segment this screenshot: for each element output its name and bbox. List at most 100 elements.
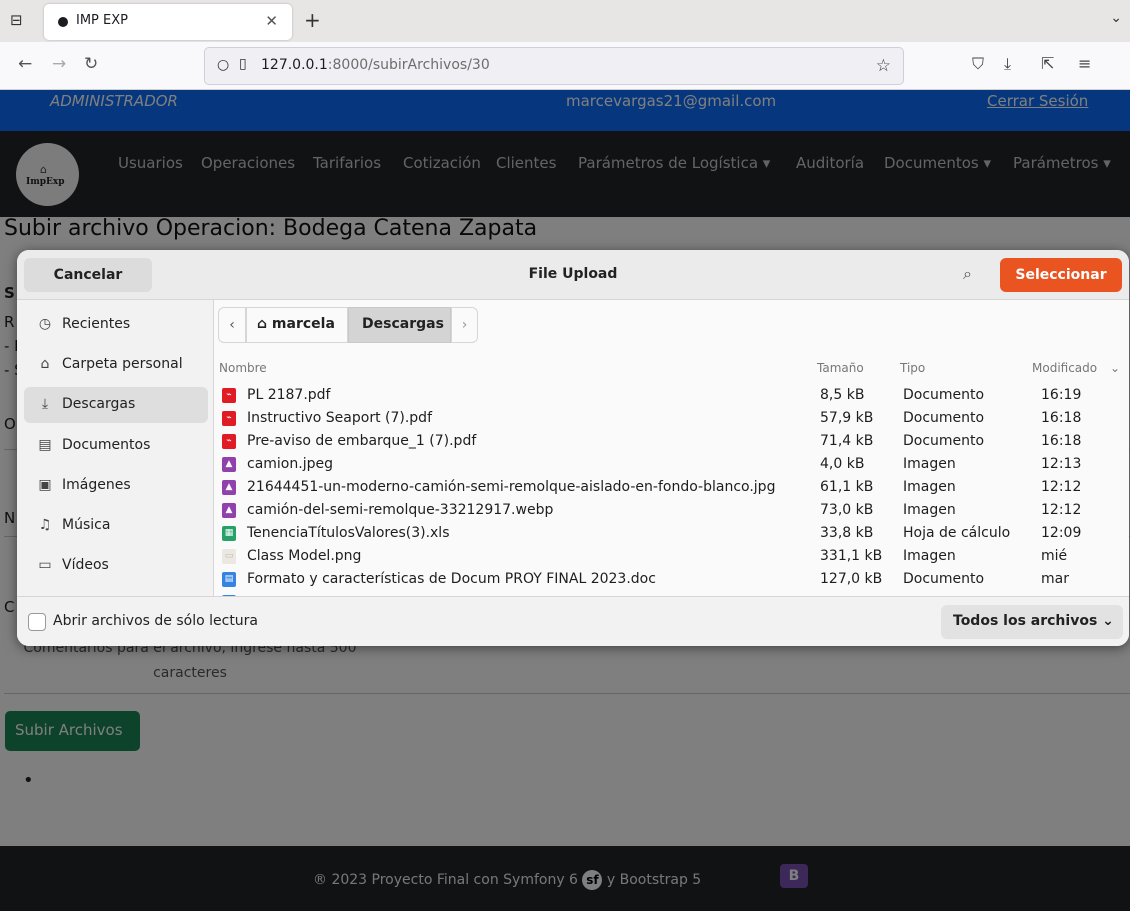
tab-close-icon[interactable]: ✕ xyxy=(265,12,278,30)
file-name: Class Model.png xyxy=(247,548,362,564)
file-modified: 16:18 xyxy=(1041,433,1082,449)
url-text[interactable]: 127.0.0.1:8000/subirArchivos/30 xyxy=(261,57,490,73)
file-name: Formato y características de Docum PROY … xyxy=(247,571,656,587)
pdf-icon: ⌁ xyxy=(222,434,236,449)
home-icon: ⌂ xyxy=(257,316,268,332)
file-name: Pre-aviso de embarque_1 (7).pdf xyxy=(247,433,477,449)
readonly-label[interactable]: Abrir archivos de sólo lectura xyxy=(53,613,258,629)
sidebar-item-label: Descargas xyxy=(62,396,136,412)
column-header-type[interactable]: Tipo xyxy=(900,361,925,375)
extensions-icon[interactable]: ⇱ xyxy=(1041,54,1054,73)
column-header-modified[interactable]: Modificado xyxy=(1032,361,1097,375)
url-path: :8000/subirArchivos/30 xyxy=(327,57,490,73)
file-name: TenenciaTítulosValores(3).xls xyxy=(247,525,450,541)
file-size: 331,1 kB xyxy=(820,548,883,564)
file-row[interactable]: ⌁ PL 2187.pdf 8,5 kB Documento 16:19 xyxy=(215,385,1129,408)
search-icon[interactable]: ⌕ xyxy=(963,264,972,284)
dialog-header: Cancelar File Upload ⌕ Seleccionar xyxy=(17,250,1129,300)
music-icon: ♫ xyxy=(38,517,52,533)
file-filter-dropdown[interactable]: Todos los archivos ⌄ xyxy=(941,605,1123,639)
file-type: Imagen xyxy=(903,479,956,495)
sidebar-item-videos[interactable]: ▭ Vídeos xyxy=(24,548,208,584)
file-size: 57,9 kB xyxy=(820,410,874,426)
sidebar-item-carpeta-personal[interactable]: ⌂ Carpeta personal xyxy=(24,347,208,383)
file-name: camión-del-semi-remolque-33212917.webp xyxy=(247,502,554,518)
tab-list-icon[interactable]: ⊟ xyxy=(10,11,30,31)
file-size: 127,0 kB xyxy=(820,571,883,587)
sidebar-item-descargas[interactable]: ⤓ Descargas xyxy=(24,387,208,423)
file-type: Imagen xyxy=(903,548,956,564)
file-row[interactable]: ▤ Formato y características de Docum PRO… xyxy=(215,569,1129,592)
file-type: Documento xyxy=(903,571,985,587)
file-name: camion.jpeg xyxy=(247,456,333,472)
clock-icon: ◷ xyxy=(38,316,52,332)
tab-favicon-icon xyxy=(58,17,68,27)
pdf-icon: ⌁ xyxy=(222,411,236,426)
sidebar-item-label: Imágenes xyxy=(62,477,131,493)
file-row[interactable]: ▲ 21644451-un-moderno-camión-semi-remolq… xyxy=(215,477,1129,500)
back-icon[interactable]: ← xyxy=(18,54,32,74)
file-modified: 16:19 xyxy=(1041,387,1082,403)
image-file-icon: ▲ xyxy=(222,457,236,472)
file-modified: 12:09 xyxy=(1041,525,1082,541)
shield-icon[interactable]: ○ xyxy=(217,57,229,73)
file-size: 33,8 kB xyxy=(820,525,874,541)
path-button-home[interactable]: ⌂ marcela xyxy=(246,307,348,343)
file-row[interactable]: ⌁ Pre-aviso de embarque_1 (7).pdf 71,4 k… xyxy=(215,431,1129,454)
column-header-name[interactable]: Nombre xyxy=(219,361,267,375)
browser-tab[interactable]: IMP EXP ✕ xyxy=(44,4,292,40)
sidebar-item-label: Carpeta personal xyxy=(62,356,183,372)
reload-icon[interactable]: ↻ xyxy=(84,54,98,74)
file-row[interactable]: ▲ camion.jpeg 4,0 kB Imagen 12:13 xyxy=(215,454,1129,477)
spreadsheet-icon: ▦ xyxy=(222,526,236,541)
chevron-down-icon[interactable]: ⌄ xyxy=(1110,10,1122,26)
file-row[interactable]: ⌁ Instructivo Seaport (7).pdf 57,9 kB Do… xyxy=(215,408,1129,431)
browser-nav-bar: ← → ↻ ○ ▯ 127.0.0.1:8000/subirArchivos/3… xyxy=(0,42,1130,90)
url-host: 127.0.0.1 xyxy=(261,57,328,73)
select-button[interactable]: Seleccionar xyxy=(1000,258,1122,292)
sidebar-item-recientes[interactable]: ◷ Recientes xyxy=(24,307,208,343)
pocket-icon[interactable]: ⛉ xyxy=(972,54,984,74)
file-row[interactable]: ▲ camión-del-semi-remolque-33212917.webp… xyxy=(215,500,1129,523)
file-row[interactable]: ▦ TenenciaTítulosValores(3).xls 33,8 kB … xyxy=(215,523,1129,546)
file-name: Instructivo Seaport (7).pdf xyxy=(247,410,433,426)
sidebar-item-imagenes[interactable]: ▣ Imágenes xyxy=(24,468,208,504)
dialog-footer: Abrir archivos de sólo lectura Todos los… xyxy=(17,596,1129,646)
file-type: Imagen xyxy=(903,502,956,518)
document-icon: ▤ xyxy=(38,437,52,453)
file-modified: 12:12 xyxy=(1041,502,1082,518)
column-header-size[interactable]: Tamaño xyxy=(817,361,864,375)
tab-title: IMP EXP xyxy=(76,13,128,28)
page-icon[interactable]: ▯ xyxy=(239,56,247,72)
file-row[interactable]: ▭ Class Model.png 331,1 kB Imagen mié xyxy=(215,546,1129,569)
image-file-icon: ▲ xyxy=(222,503,236,518)
file-type: Documento xyxy=(903,410,985,426)
menu-icon[interactable]: ≡ xyxy=(1078,54,1091,73)
sort-chevron-down-icon[interactable]: ⌄ xyxy=(1110,361,1120,375)
image-icon: ▣ xyxy=(38,477,52,493)
path-button-current[interactable]: Descargas xyxy=(348,307,451,343)
sidebar-item-musica[interactable]: ♫ Música xyxy=(24,508,208,544)
file-size: 4,0 kB xyxy=(820,456,865,472)
sidebar-item-label: Vídeos xyxy=(62,557,109,573)
filter-label: Todos los archivos xyxy=(953,613,1098,629)
url-bar[interactable]: ○ ▯ 127.0.0.1:8000/subirArchivos/30 ☆ xyxy=(204,47,904,85)
readonly-checkbox[interactable] xyxy=(28,613,46,631)
sidebar-item-documentos[interactable]: ▤ Documentos xyxy=(24,428,208,464)
video-icon: ▭ xyxy=(38,557,52,573)
places-sidebar: ◷ Recientes ⌂ Carpeta personal ⤓ Descarg… xyxy=(17,300,214,596)
download-icon[interactable]: ⤓ xyxy=(1004,54,1011,74)
path-home-label: marcela xyxy=(271,316,335,332)
file-modified: 16:18 xyxy=(1041,410,1082,426)
file-size: 8,5 kB xyxy=(820,387,865,403)
file-list: ⌁ PL 2187.pdf 8,5 kB Documento 16:19 ⌁ I… xyxy=(215,384,1129,596)
forward-icon[interactable]: → xyxy=(52,54,66,74)
bookmark-star-icon[interactable]: ☆ xyxy=(876,56,891,76)
image-file-icon: ▲ xyxy=(222,480,236,495)
file-type: Documento xyxy=(903,433,985,449)
chevron-left-icon[interactable]: ‹ xyxy=(218,307,246,343)
thumbnail-icon: ▭ xyxy=(222,549,236,564)
new-tab-icon[interactable]: + xyxy=(304,8,321,32)
chevron-right-icon[interactable]: › xyxy=(451,307,478,343)
chevron-down-icon: ⌄ xyxy=(1102,613,1114,629)
